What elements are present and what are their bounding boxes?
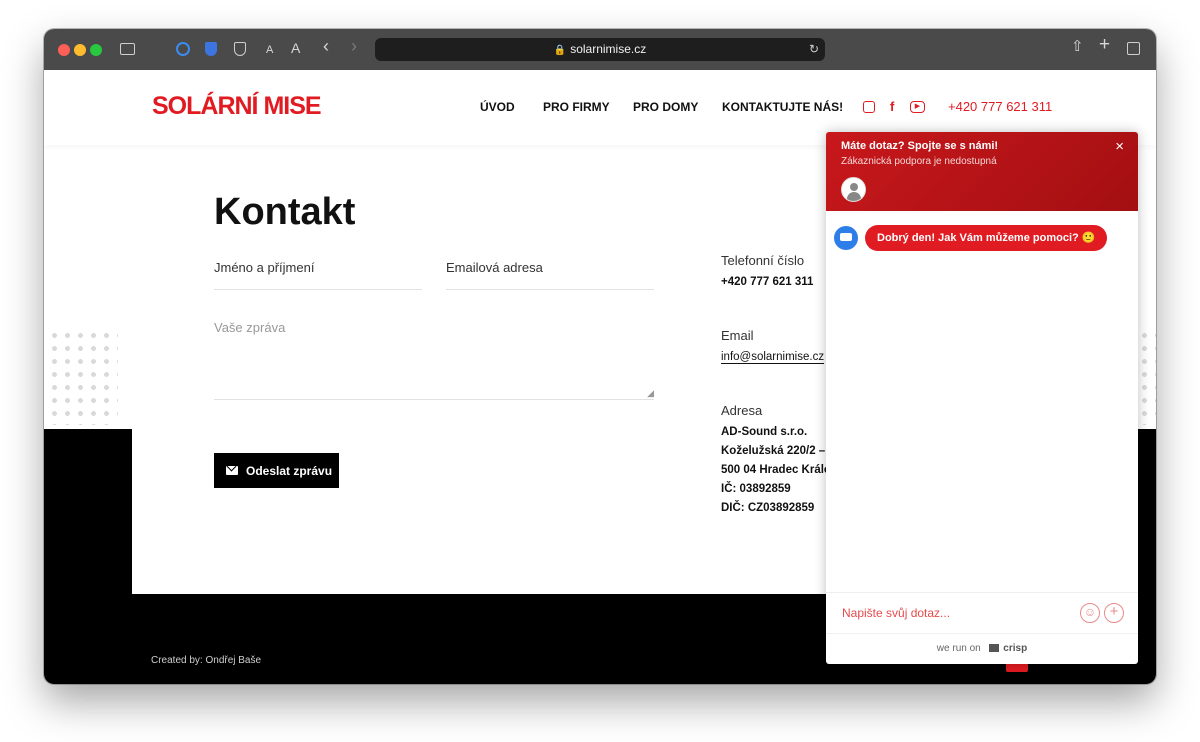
sidebar-toggle-icon[interactable] bbox=[120, 43, 135, 55]
address-line: IČ: 03892859 bbox=[721, 483, 791, 495]
bitwarden-icon[interactable] bbox=[205, 42, 217, 56]
decor-dots-left bbox=[48, 329, 118, 425]
nav-kontaktujte-nas[interactable]: KONTAKTUJTE NÁS! bbox=[722, 100, 843, 114]
resize-handle-icon[interactable]: ◢ bbox=[647, 388, 654, 399]
lock-icon: 🔒 bbox=[553, 45, 567, 56]
message-placeholder: Vaše zpráva bbox=[214, 320, 286, 335]
envelope-icon bbox=[226, 466, 238, 475]
submit-label: Odeslat zprávu bbox=[246, 463, 333, 478]
facebook-icon[interactable]: f bbox=[890, 99, 894, 114]
chat-input[interactable]: Napište svůj dotaz... bbox=[842, 606, 950, 620]
tab-overview-icon[interactable] bbox=[1127, 42, 1140, 55]
email-label: Email bbox=[721, 328, 754, 343]
text-smaller-icon[interactable]: A bbox=[266, 43, 273, 57]
address-line: AD-Sound s.r.o. bbox=[721, 426, 808, 438]
chat-message: Dobrý den! Jak Vám můžeme pomoci? 🙂 bbox=[865, 225, 1108, 251]
message-field[interactable]: Vaše zpráva ◢ bbox=[214, 320, 654, 400]
nav-pro-firmy[interactable]: PRO FIRMY bbox=[543, 100, 610, 114]
shield-icon[interactable] bbox=[234, 42, 246, 56]
address-bar[interactable]: 🔒 solarnimise.cz ↻ bbox=[375, 38, 825, 61]
decor-dots-right bbox=[1138, 329, 1156, 425]
address-line: 500 04 Hradec Králo bbox=[721, 464, 831, 476]
browser-toolbar: A A ‹ › 🔒 solarnimise.cz ↻ ⇧ + bbox=[44, 29, 1156, 70]
close-window-button[interactable] bbox=[58, 44, 70, 56]
minimize-window-button[interactable] bbox=[74, 44, 86, 56]
address-line: DIČ: CZ03892859 bbox=[721, 502, 815, 514]
attach-plus-icon[interactable]: + bbox=[1104, 603, 1124, 623]
chat-footer-prefix: we run on bbox=[936, 643, 981, 654]
maximize-window-button[interactable] bbox=[90, 44, 102, 56]
site-logo[interactable]: SOLÁRNÍ MISE bbox=[152, 92, 322, 121]
chat-status: Zákaznická podpora je nedostupná bbox=[841, 156, 997, 167]
address-label: Adresa bbox=[721, 403, 763, 418]
crisp-icon bbox=[988, 644, 999, 653]
text-larger-icon[interactable]: A bbox=[291, 41, 300, 55]
forward-icon[interactable]: › bbox=[351, 37, 357, 55]
reload-icon[interactable]: ↻ bbox=[809, 38, 819, 61]
phone-value[interactable]: +420 777 621 311 bbox=[721, 276, 813, 288]
email-link[interactable]: info@solarnimise.cz bbox=[721, 351, 825, 364]
emoji-icon[interactable]: ☺ bbox=[1080, 603, 1100, 623]
new-tab-icon[interactable]: + bbox=[1099, 35, 1110, 54]
chat-bubble-icon bbox=[834, 226, 858, 250]
url-text: solarnimise.cz bbox=[570, 42, 647, 56]
chat-header: Máte dotaz? Spojte se s námi! Zákaznická… bbox=[826, 132, 1138, 211]
share-icon[interactable]: ⇧ bbox=[1071, 39, 1084, 54]
privacy-icon[interactable] bbox=[176, 42, 190, 56]
submit-button[interactable]: Odeslat zprávu bbox=[214, 453, 339, 488]
phone-label: Telefonní číslo bbox=[721, 253, 805, 268]
web-page: SOLÁRNÍ MISE ÚVOD PRO FIRMY PRO DOMY KON… bbox=[44, 70, 1156, 684]
page-title: Kontakt bbox=[214, 191, 356, 233]
nav-pro-domy[interactable]: PRO DOMY bbox=[633, 100, 698, 114]
avatar bbox=[841, 177, 866, 202]
youtube-icon[interactable]: ▶ bbox=[910, 101, 925, 113]
email-placeholder: Emailová adresa bbox=[446, 260, 543, 275]
instagram-icon[interactable] bbox=[863, 101, 875, 113]
nav-uvod[interactable]: ÚVOD bbox=[480, 100, 515, 114]
chat-footer[interactable]: we run on crisp bbox=[826, 633, 1138, 664]
name-placeholder: Jméno a příjmení bbox=[214, 260, 315, 275]
chat-compose: Napište svůj dotaz... ☺ + bbox=[826, 592, 1138, 633]
chat-footer-brand: crisp bbox=[1003, 643, 1028, 654]
header-phone[interactable]: +420 777 621 311 bbox=[948, 99, 1052, 114]
contact-card: Kontakt Jméno a příjmení Emailová adresa… bbox=[132, 145, 932, 594]
chat-title: Máte dotaz? Spojte se s námi! bbox=[841, 140, 999, 152]
chat-widget: Máte dotaz? Spojte se s námi! Zákaznická… bbox=[826, 132, 1138, 664]
footer-credit: Created by: Ondřej Baše bbox=[151, 655, 262, 666]
name-field[interactable]: Jméno a příjmení bbox=[214, 260, 422, 290]
browser-window: A A ‹ › 🔒 solarnimise.cz ↻ ⇧ + SOLÁRNÍ MI… bbox=[44, 29, 1156, 684]
email-field[interactable]: Emailová adresa bbox=[446, 260, 654, 290]
address-line: Koželužská 220/2 – I bbox=[721, 445, 832, 457]
close-icon[interactable]: × bbox=[1115, 138, 1124, 155]
back-icon[interactable]: ‹ bbox=[323, 37, 329, 55]
